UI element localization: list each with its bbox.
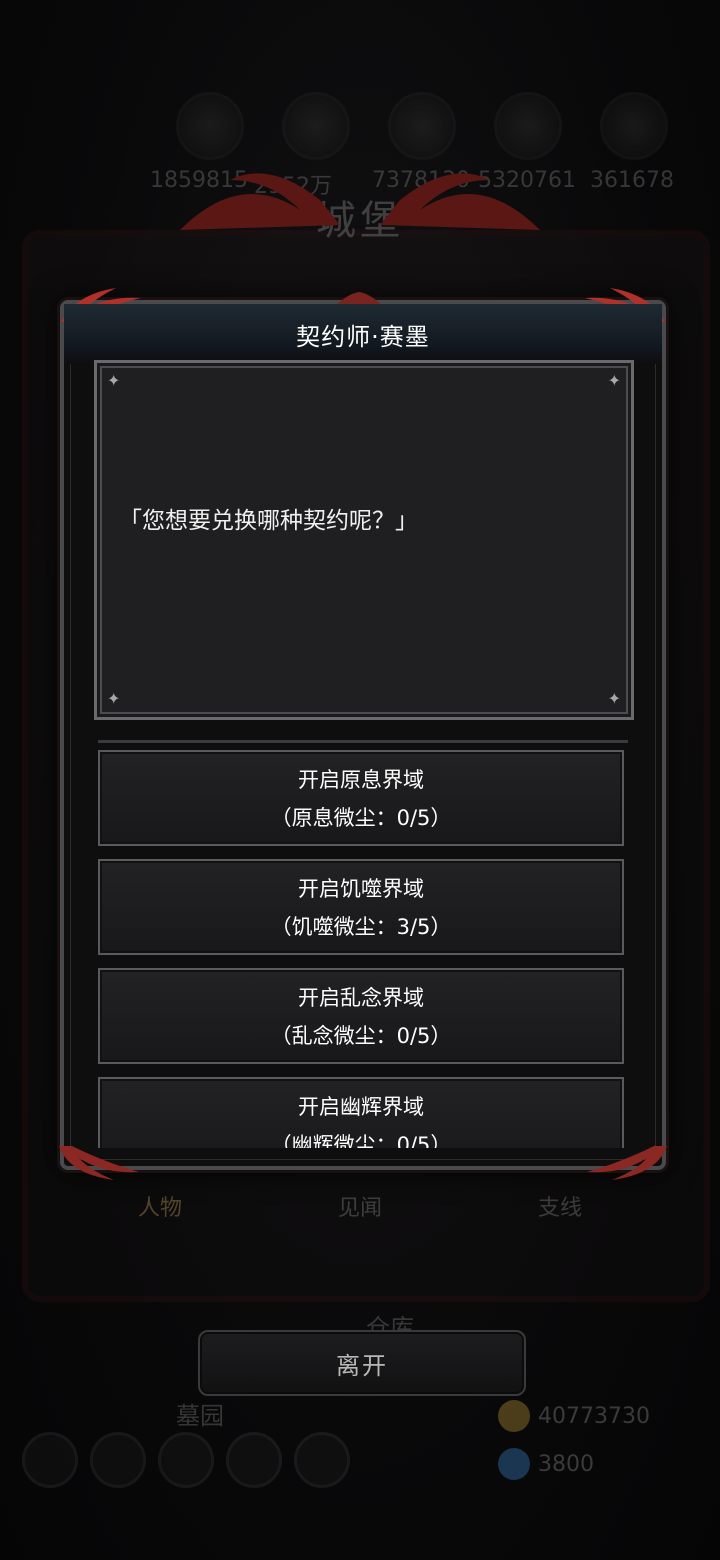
- option-shadow-realm-button[interactable]: 开启幽辉界域 （幽辉微尘：0/5）: [98, 1077, 624, 1148]
- option-chaos-realm-button[interactable]: 开启乱念界域 （乱念微尘：0/5）: [98, 968, 624, 1064]
- option-label: 开启原息界域: [298, 768, 424, 792]
- option-hunger-realm-button[interactable]: 开启饥噬界域 （饥噬微尘：3/5）: [98, 859, 624, 955]
- bottom-nav-2-icon[interactable]: [90, 1432, 146, 1488]
- sparkle-icon: ✦: [107, 371, 121, 390]
- option-label: 开启饥噬界域: [298, 877, 424, 901]
- gold-currency: 40773730: [498, 1398, 650, 1434]
- sparkle-icon: ✦: [607, 371, 621, 390]
- contract-options-list[interactable]: 开启原息界域 （原息微尘：0/5） 开启饥噬界域 （饥噬微尘：3/5） 开启乱念…: [98, 750, 624, 1148]
- resource-5-icon: [600, 92, 668, 160]
- option-detail: （原息微尘：0/5）: [270, 806, 452, 830]
- bottom-nav-4-icon[interactable]: [226, 1432, 282, 1488]
- option-detail: （乱念微尘：0/5）: [270, 1024, 452, 1048]
- options-divider: [98, 740, 628, 743]
- castle-tabs: 人物 见闻 支线: [60, 1190, 660, 1230]
- tab-characters[interactable]: 人物: [60, 1190, 260, 1230]
- screen: 1859815 2952万 7378130 5320761 361678 城堡 …: [0, 0, 720, 1560]
- option-origin-realm-button[interactable]: 开启原息界域 （原息微尘：0/5）: [98, 750, 624, 846]
- gold-value: 40773730: [538, 1403, 650, 1429]
- cemetery-label[interactable]: 墓园: [176, 1396, 224, 1431]
- tab-sidequests[interactable]: 支线: [460, 1190, 660, 1230]
- bottom-nav-5-icon[interactable]: [294, 1432, 350, 1488]
- bottom-nav-3-icon[interactable]: [158, 1432, 214, 1488]
- blue-gem-icon: [498, 1448, 530, 1480]
- option-label: 开启乱念界域: [298, 986, 424, 1010]
- dialog-title: 契约师·赛墨: [296, 322, 430, 351]
- leave-button[interactable]: 离开: [198, 1330, 526, 1396]
- dialog-header: 契约师·赛墨: [64, 304, 662, 364]
- option-label: 开启幽辉界域: [298, 1095, 424, 1119]
- dialog-bottom-horn-left: [59, 1146, 139, 1180]
- dialog-bottom-horn-right: [587, 1146, 667, 1180]
- bottom-nav-1-icon[interactable]: [22, 1432, 78, 1488]
- contract-dialog: 契约师·赛墨 ✦ ✦ ✦ ✦ 「您想要兑换哪种契约呢？」 开启原息界域 （原息微…: [59, 288, 667, 1180]
- sparkle-icon: ✦: [607, 689, 621, 708]
- sparkle-icon: ✦: [107, 689, 121, 708]
- castle-wing-ornament: [180, 173, 540, 230]
- option-detail: （幽辉微尘：0/5）: [270, 1133, 452, 1148]
- tab-stories[interactable]: 见闻: [260, 1190, 460, 1230]
- speech-box: ✦ ✦ ✦ ✦ 「您想要兑换哪种契约呢？」: [94, 360, 634, 720]
- option-detail: （饥噬微尘：3/5）: [270, 915, 452, 939]
- gold-coin-icon: [498, 1400, 530, 1432]
- gem-currency: 3800: [498, 1446, 594, 1482]
- gem-value: 3800: [538, 1451, 594, 1477]
- npc-speech: 「您想要兑换哪种契约呢？」: [119, 508, 418, 534]
